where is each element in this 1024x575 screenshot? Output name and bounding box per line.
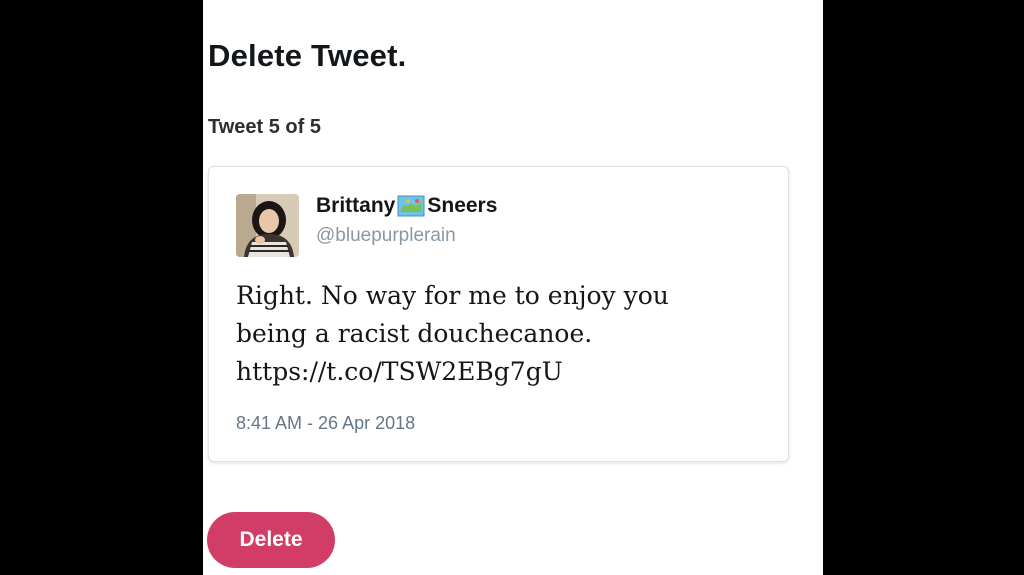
avatar <box>236 194 299 257</box>
tweet-text-line: Right. No way for me to enjoy you <box>236 281 669 310</box>
tweet-card: Brittany Sneers @bluepurplerain Right. N… <box>208 166 789 462</box>
map-emoji-icon <box>397 195 425 217</box>
tweet-text: Right. No way for me to enjoy you being … <box>236 277 766 391</box>
tweet-counter: Tweet 5 of 5 <box>208 116 321 138</box>
delete-button[interactable]: Delete <box>207 512 335 568</box>
tweet-text-line: being a racist douchecanoe. <box>236 319 593 348</box>
tweet-timestamp[interactable]: 8:41 AM - 26 Apr 2018 <box>236 413 415 434</box>
author-name[interactable]: Brittany Sneers <box>316 194 497 218</box>
author-handle[interactable]: @bluepurplerain <box>316 225 456 247</box>
page-title: Delete Tweet. <box>208 38 407 73</box>
author-name-last: Sneers <box>427 194 498 217</box>
tweet-link[interactable]: https://t.co/TSW2EBg7gU <box>236 353 766 391</box>
delete-tweet-page: Delete Tweet. Tweet 5 of 5 Brittany Snee… <box>203 0 823 575</box>
author-name-first: Brittany <box>316 194 396 217</box>
